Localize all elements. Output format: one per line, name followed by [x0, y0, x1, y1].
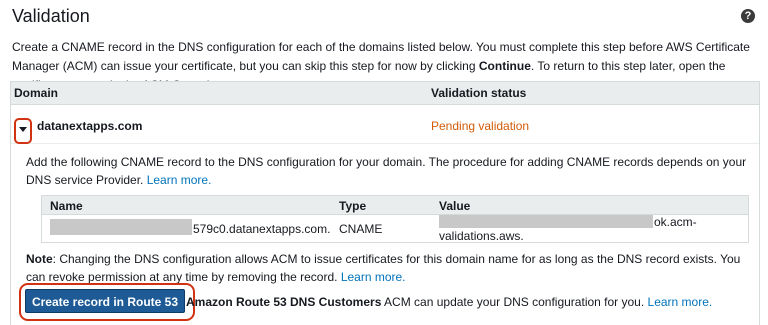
- column-header-value: Value: [439, 199, 471, 213]
- record-type: CNAME: [339, 222, 383, 236]
- cname-instructions-text: Add the following CNAME record to the DN…: [26, 155, 747, 187]
- redacted-name-block: [50, 219, 192, 235]
- note-learn-more-link[interactable]: Learn more.: [341, 270, 406, 284]
- domain-name: datanextapps.com: [37, 119, 143, 133]
- note-label: Note: [26, 252, 53, 266]
- learn-more-link[interactable]: Learn more.: [147, 173, 212, 187]
- domain-detail-panel: Add the following CNAME record to the DN…: [11, 144, 759, 325]
- column-header-type: Type: [339, 199, 367, 213]
- route53-description-text: ACM can update your DNS configuration fo…: [381, 295, 648, 309]
- page-title: Validation: [12, 6, 90, 26]
- cname-record-table: Name Type Value 579c0.datanextapps.com. …: [41, 195, 749, 243]
- caret-down-icon: [19, 127, 27, 132]
- cname-instructions: Add the following CNAME record to the DN…: [26, 153, 751, 189]
- intro-continue-bold: Continue: [478, 59, 531, 73]
- redacted-value-block: [439, 215, 653, 228]
- help-icon[interactable]: ?: [741, 9, 755, 23]
- domain-table: Domain Validation status datanextapps.co…: [10, 81, 760, 325]
- domain-row[interactable]: datanextapps.com Pending validation: [11, 105, 759, 144]
- column-header-validation-status: Validation status: [431, 86, 527, 100]
- record-value-suffix[interactable]: ok.acm-: [654, 215, 697, 229]
- route53-customers-bold: Amazon Route 53 DNS Customers: [186, 295, 382, 309]
- create-record-highlight: Create record in Route 53: [19, 283, 195, 321]
- validation-status: Pending validation: [431, 119, 530, 133]
- expand-toggle[interactable]: [14, 118, 32, 144]
- column-header-name: Name: [50, 199, 83, 213]
- route53-description: Amazon Route 53 DNS Customers ACM can up…: [186, 295, 712, 309]
- dns-note: Note: Changing the DNS configuration all…: [26, 250, 761, 286]
- record-value-domain[interactable]: validations.aws.: [439, 229, 524, 243]
- cname-record-table-header: Name Type Value: [42, 196, 748, 215]
- route53-learn-more-link[interactable]: Learn more.: [648, 295, 713, 309]
- cname-record-row: 579c0.datanextapps.com. CNAME ok.acm- va…: [42, 215, 748, 243]
- domain-table-header: Domain Validation status: [11, 82, 759, 105]
- validation-header: Validation ?: [0, 0, 768, 30]
- create-record-route53-button[interactable]: Create record in Route 53: [25, 289, 185, 313]
- record-name[interactable]: 579c0.datanextapps.com.: [193, 222, 330, 236]
- column-header-domain: Domain: [14, 86, 59, 100]
